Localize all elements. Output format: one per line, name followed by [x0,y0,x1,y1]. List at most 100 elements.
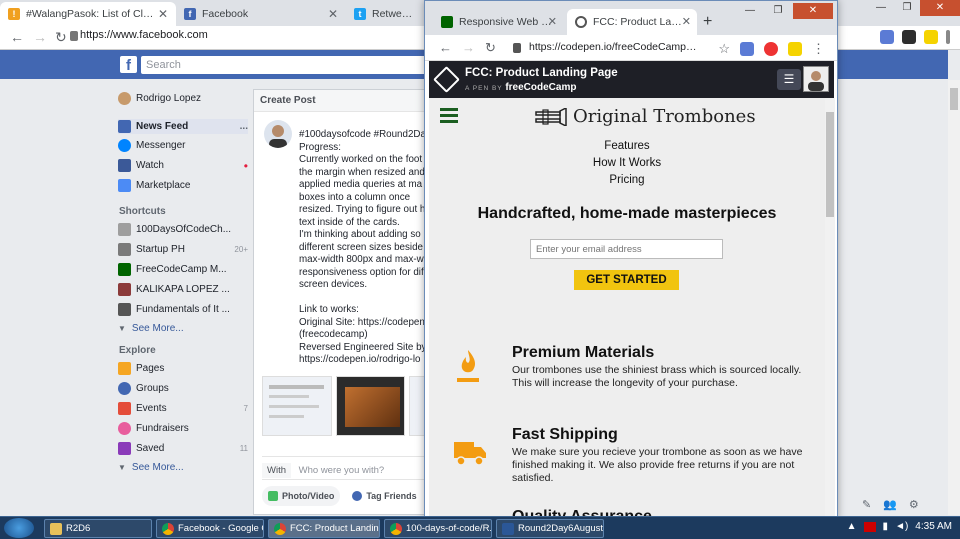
taskbar-item-100-days[interactable]: 100-days-of-code/R... [384,519,492,538]
nav-link-pricing[interactable]: Pricing [429,174,825,186]
close-button[interactable]: ✕ [920,0,960,16]
close-icon[interactable]: ✕ [682,15,691,28]
flag-icon[interactable] [863,521,876,532]
maximize-button[interactable]: ❐ [894,0,920,16]
explore-label: Pages [136,363,165,374]
start-button[interactable] [4,518,34,538]
ext-icon[interactable] [788,42,802,56]
chevron-up-icon[interactable]: ▲ [847,521,857,532]
photo-thumbnail[interactable] [335,376,406,436]
attached-photos [262,376,430,436]
page-scrollbar[interactable] [948,80,960,515]
see-more-link[interactable]: ▼ See More... [118,323,248,334]
volume-icon[interactable]: ◄) [895,521,908,532]
minimize-button[interactable]: — [737,3,763,19]
search-input[interactable]: Search [141,56,431,74]
by-label: A PEN BY [465,85,503,92]
tag-people-input[interactable]: Who were you with? [299,465,385,476]
new-tab-button[interactable]: + [703,13,712,31]
shortcut-item[interactable]: FreeCodeCamp M... [118,263,248,276]
photo-thumbnail[interactable] [262,376,332,436]
sidebar-item-messenger[interactable]: Messenger [118,139,248,152]
photo-video-button[interactable]: Photo/Video [262,486,341,506]
shortcut-item[interactable]: Startup PH 20+ [118,243,248,256]
nav-link-how-it-works[interactable]: How It Works [429,157,825,169]
facebook-logo-icon[interactable]: f [120,56,137,74]
get-started-button[interactable]: GET STARTED [574,270,679,290]
gear-icon[interactable]: ⚙ [909,498,919,511]
star-icon[interactable]: ☆ [718,41,730,57]
shield-ext-icon[interactable] [880,30,894,44]
taskbar-item-r2d6[interactable]: R2D6 [44,519,152,538]
back-arrow-icon[interactable]: ← [439,40,452,55]
codepen-logo-icon[interactable] [433,66,460,93]
explore-item[interactable]: Pages [118,362,248,375]
taskbar-item-fcc-landing[interactable]: FCC: Product Landin... [268,519,380,538]
minimize-button[interactable]: — [868,0,894,16]
taskbar-item-facebook-chrome[interactable]: Facebook - Google C... [156,519,264,538]
people-icon[interactable]: 👥 [883,498,897,511]
maximize-button[interactable]: ❐ [765,3,791,19]
post-text-area[interactable]: #100daysofcode #Round2Da Progress: Curre… [299,129,429,367]
forward-arrow-icon[interactable]: → [462,40,475,55]
reload-icon[interactable]: ↻ [55,29,67,46]
sidebar-item-watch[interactable]: Watch • [118,159,248,173]
see-more-link[interactable]: ▼ See More... [118,462,248,473]
menu-icon[interactable] [946,30,950,44]
ext-icon[interactable] [902,30,916,44]
email-field[interactable] [530,239,723,259]
brand-logo[interactable]: Original Trombones [535,106,756,127]
pen-author-line: A PEN BY freeCodeCamp [465,82,576,93]
page-scrollbar[interactable] [825,98,835,518]
reload-icon[interactable]: ↻ [485,40,496,56]
pen-author[interactable]: freeCodeCamp [505,82,576,93]
taskbar-item-round2day6[interactable]: Round2Day6August9... [496,519,604,538]
compose-icon[interactable]: ✎ [862,498,871,511]
close-icon[interactable]: ✕ [158,7,168,21]
profile-link[interactable]: Rodrigo Lopez [118,92,248,105]
chevron-down-icon: ▼ [118,324,126,333]
explore-item[interactable]: Events 7 [118,402,248,415]
nav-link-features[interactable]: Features [429,140,825,152]
tag-friends-button[interactable]: Tag Friends [346,486,423,506]
change-view-icon[interactable]: ☰ [777,69,801,90]
create-post-dialog: Create Post #100daysofcode #Round2Da Pro… [253,89,430,515]
shortcut-label: Fundamentals of It ... [136,304,230,315]
explore-item[interactable]: Fundraisers [118,422,248,435]
tab-walangpasok[interactable]: ! #WalangPasok: List of Class susp ✕ [0,2,176,26]
ext-icon[interactable] [924,30,938,44]
url-field[interactable]: https://codepen.io/freeCodeCamp/fu... [529,41,699,53]
scrollbar-thumb[interactable] [826,112,834,217]
network-icon[interactable]: ▮ [883,521,889,532]
sidebar-item-marketplace[interactable]: Marketplace [118,179,248,192]
forward-arrow-icon[interactable]: → [33,29,47,45]
tab-responsive-web-design[interactable]: Responsive Web Desig ✕ [433,9,563,35]
explore-item[interactable]: Groups [118,382,248,395]
shield-ext-icon[interactable] [740,42,754,56]
tab-fcc-product-landing[interactable]: FCC: Product Landing P ✕ [567,9,697,35]
chrome-icon [390,522,402,535]
menu-icon[interactable]: ⋮ [812,41,825,57]
clock[interactable]: 4:35 AM [915,521,952,532]
opera-ext-icon[interactable] [764,42,778,56]
hamburger-menu-icon[interactable] [440,108,458,123]
tab-facebook[interactable]: f Facebook ✕ [176,2,346,26]
explore-item[interactable]: Saved 11 [118,442,248,455]
scrollbar-thumb[interactable] [950,88,958,110]
tab-title: #WalangPasok: List of Class susp [26,8,154,20]
back-arrow-icon[interactable]: ← [10,29,24,45]
taskbar-label: Round2Day6August9... [518,523,604,534]
shortcut-item[interactable]: 100DaysOfCodeCh... [118,223,248,236]
url-field[interactable]: https://www.facebook.com [80,29,208,41]
group-icon [118,243,131,256]
more-icon[interactable]: ... [240,121,248,132]
close-icon[interactable]: ✕ [548,15,557,28]
close-button[interactable]: ✕ [793,3,833,19]
shortcut-item[interactable]: Fundamentals of It ... [118,303,248,316]
chrome-icon [274,522,286,535]
avatar[interactable] [803,66,829,92]
close-icon[interactable]: ✕ [328,7,338,21]
shortcut-item[interactable]: KALIKAPA LOPEZ ... [118,283,248,296]
tab-twitter[interactable]: t Retweeted / T [346,2,426,26]
sidebar-item-news-feed[interactable]: News Feed ... [118,119,248,134]
